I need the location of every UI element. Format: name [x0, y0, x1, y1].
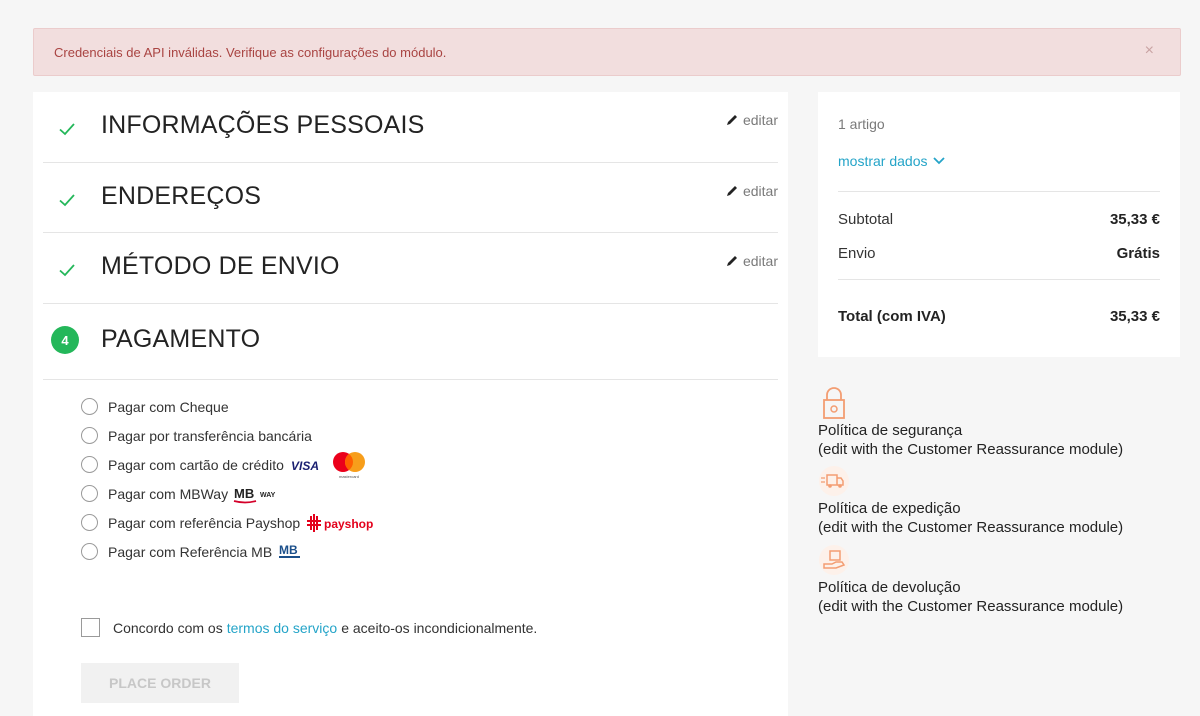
payment-option-cheque[interactable]: Pagar com Cheque	[81, 392, 379, 421]
lock-icon	[823, 387, 845, 419]
radio-button[interactable]	[81, 543, 98, 560]
edit-label: editar	[742, 112, 778, 128]
edit-shipping-button[interactable]: editar	[725, 253, 778, 269]
subtotal-label: Subtotal	[838, 211, 894, 228]
step-title: PAGAMENTO	[101, 325, 261, 353]
payment-option-label: Pagar com Cheque	[108, 398, 229, 415]
step-number-badge: 4	[51, 326, 79, 354]
api-error-alert: Credenciais de API inválidas. Verifique …	[33, 28, 1181, 76]
mb-text: MB	[234, 486, 254, 501]
shipping-value: Grátis	[1116, 245, 1160, 262]
payment-option-bank-transfer[interactable]: Pagar por transferência bancária	[81, 421, 379, 450]
way-text: WAY	[260, 492, 276, 499]
checkout-steps: INFORMAÇÕES PESSOAIS editar ENDEREÇOS ed…	[33, 92, 788, 716]
reassurance-title: Política de devolução	[818, 579, 961, 596]
divider	[838, 279, 1160, 280]
shipping-label: Envio	[838, 245, 876, 262]
mbway-logo: MB WAY	[233, 484, 283, 504]
payment-option-multibanco[interactable]: Pagar com Referência MB MB	[81, 537, 379, 566]
mastercard-text: mastercard	[339, 474, 359, 479]
visa-logo: VISA	[289, 458, 325, 472]
reassurance-shipping: Política de expedição (edit with the Cust…	[818, 463, 1158, 537]
check-icon	[59, 123, 75, 136]
payment-option-label: Pagar com cartão de crédito	[108, 456, 284, 473]
reassurance-title: Política de expedição	[818, 500, 961, 517]
divider	[838, 191, 1160, 192]
mastercard-logo: mastercard	[330, 450, 368, 480]
truck-icon	[819, 466, 849, 496]
alert-close-button[interactable]: ×	[1145, 42, 1154, 60]
check-icon	[59, 194, 75, 207]
step-title: MÉTODO DE ENVIO	[101, 252, 340, 280]
multibanco-text: MB	[279, 543, 298, 557]
step-shipping-method: MÉTODO DE ENVIO editar	[43, 233, 778, 304]
show-details-toggle[interactable]: mostrar dados	[838, 153, 946, 169]
total-label: Total (com IVA)	[838, 308, 946, 325]
step-title: ENDEREÇOS	[101, 182, 262, 210]
pencil-icon	[726, 186, 737, 196]
step-personal-info: INFORMAÇÕES PESSOAIS editar	[43, 92, 778, 163]
reassurance-title: Política de segurança	[818, 422, 963, 439]
check-icon	[59, 264, 75, 277]
total-value: 35,33 €	[1109, 308, 1160, 325]
cart-item-count: 1 artigo	[838, 116, 885, 132]
reassurance-security: Política de segurança (edit with the Cust…	[818, 385, 1158, 459]
radio-button[interactable]	[81, 456, 98, 473]
payshop-text: payshop	[324, 517, 373, 531]
payshop-logo: payshop	[305, 513, 379, 533]
radio-button[interactable]	[81, 427, 98, 444]
payment-option-credit-card[interactable]: Pagar com cartão de crédito VISA masterc…	[81, 450, 379, 479]
terms-text-before: Concordo com os	[113, 619, 223, 636]
chevron-down-icon	[933, 157, 946, 165]
shipping-row: Envio Grátis	[838, 245, 1160, 262]
total-row: Total (com IVA) 35,33 €	[838, 308, 1160, 325]
step-payment: 4 PAGAMENTO	[43, 304, 778, 380]
edit-label: editar	[742, 253, 778, 269]
step-title: INFORMAÇÕES PESSOAIS	[101, 111, 425, 139]
step-addresses: ENDEREÇOS editar	[43, 163, 778, 233]
alert-message: Credenciais de API inválidas. Verifique …	[54, 44, 447, 60]
pencil-icon	[726, 115, 737, 125]
edit-label: editar	[742, 183, 778, 199]
payment-option-payshop[interactable]: Pagar com referência Payshop payshop	[81, 508, 379, 537]
terms-text-after: e aceito-os incondicionalmente.	[341, 619, 538, 636]
radio-button[interactable]	[81, 514, 98, 531]
payment-option-label: Pagar com Referência MB	[108, 543, 273, 560]
reassurance-desc: (edit with the Customer Reassurance modu…	[818, 519, 1124, 536]
reassurance-desc: (edit with the Customer Reassurance modu…	[818, 441, 1124, 458]
subtotal-row: Subtotal 35,33 €	[838, 211, 1160, 228]
terms-of-service-link[interactable]: termos do serviço	[227, 620, 337, 636]
payment-option-label: Pagar por transferência bancária	[108, 427, 312, 444]
radio-button[interactable]	[81, 485, 98, 502]
reassurance-returns: Política de devolução (edit with the Cust…	[818, 542, 1158, 616]
place-order-button[interactable]: PLACE ORDER	[81, 663, 239, 703]
visa-text: VISA	[291, 459, 319, 472]
edit-addresses-button[interactable]: editar	[725, 183, 778, 199]
terms-checkbox[interactable]	[81, 618, 100, 637]
payment-option-label: Pagar com referência Payshop	[108, 514, 301, 531]
edit-personal-info-button[interactable]: editar	[725, 112, 778, 128]
pencil-icon	[726, 256, 737, 266]
multibanco-logo: MB	[277, 541, 303, 563]
radio-button[interactable]	[81, 398, 98, 415]
reassurance-desc: (edit with the Customer Reassurance modu…	[818, 598, 1124, 615]
return-package-icon	[819, 545, 849, 575]
cart-summary: 1 artigo mostrar dados Subtotal 35,33 € …	[818, 92, 1180, 357]
payment-options: Pagar com Cheque Pagar por transferência…	[81, 392, 379, 566]
payment-option-mbway[interactable]: Pagar com MBWay MB WAY	[81, 479, 379, 508]
terms-agreement: Concordo com os termos do serviço e acei…	[81, 618, 537, 637]
subtotal-value: 35,33 €	[1109, 211, 1160, 228]
payment-option-label: Pagar com MBWay	[108, 485, 229, 502]
show-details-label: mostrar dados	[838, 153, 928, 169]
